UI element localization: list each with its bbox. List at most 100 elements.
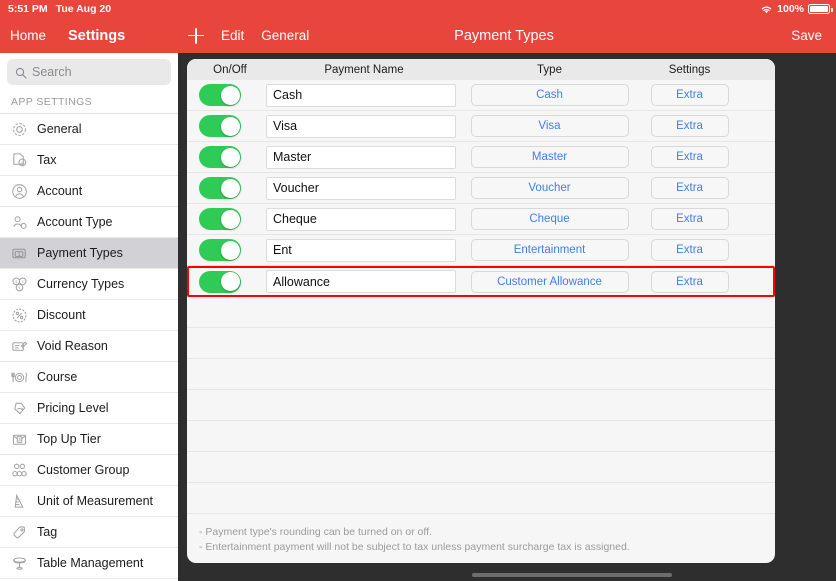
sidebar-item-label: Payment Types xyxy=(37,246,123,260)
sidebar-item-currency-types[interactable]: $ £ € Currency Types xyxy=(0,269,178,300)
extra-settings-button[interactable]: Extra xyxy=(650,239,729,261)
svg-text:%: % xyxy=(20,160,24,165)
sidebar-item-unit-of-measurement[interactable]: Unit of Measurement xyxy=(0,486,178,517)
sidebar-item-account[interactable]: Account xyxy=(0,176,178,207)
extra-settings-button[interactable]: Extra xyxy=(650,84,729,106)
onoff-cell xyxy=(194,208,266,230)
sidebar-item-list: General% Tax Account Account Type $ Payment T… xyxy=(0,114,178,579)
search-icon xyxy=(15,66,27,79)
extra-settings-button[interactable]: Extra xyxy=(650,270,729,293)
payment-type-button[interactable]: Visa xyxy=(470,115,629,137)
home-button[interactable]: Home xyxy=(10,28,46,43)
account-icon xyxy=(11,183,28,200)
extra-settings-button[interactable]: Extra xyxy=(650,146,729,168)
type-cell: Customer Allowance xyxy=(462,270,637,293)
toggle-switch[interactable] xyxy=(199,115,241,137)
payment-name-input[interactable] xyxy=(266,207,456,231)
payment-type-button[interactable]: Cheque xyxy=(470,208,629,230)
onoff-cell xyxy=(194,239,266,261)
toggle-switch[interactable] xyxy=(199,208,241,230)
table-row-empty xyxy=(187,390,775,421)
sidebar-item-account-type[interactable]: Account Type xyxy=(0,207,178,238)
sidebar-item-general[interactable]: General xyxy=(0,114,178,145)
table-row-empty xyxy=(187,359,775,390)
payment-type-button[interactable]: Customer Allowance xyxy=(470,270,629,293)
status-bar-right: 100% xyxy=(760,3,833,15)
sidebar-item-label: Pricing Level xyxy=(37,401,109,415)
horizontal-scrollbar[interactable] xyxy=(187,572,775,577)
table-row: Voucher Extra xyxy=(187,173,775,204)
percent-icon xyxy=(11,307,28,324)
sidebar-item-discount[interactable]: Discount xyxy=(0,300,178,331)
settings-cell: Extra xyxy=(637,177,742,199)
save-button[interactable]: Save xyxy=(791,18,822,53)
type-cell: Cash xyxy=(462,84,637,106)
sidebar-item-label: Table Management xyxy=(37,556,144,570)
sidebar-item-customer-group[interactable]: Customer Group xyxy=(0,455,178,486)
sidebar-item-tax[interactable]: % Tax xyxy=(0,145,178,176)
payment-type-button[interactable]: Entertainment xyxy=(470,239,629,261)
svg-text:£: £ xyxy=(22,279,25,283)
payment-name-input[interactable] xyxy=(266,270,456,293)
payment-type-button[interactable]: Cash xyxy=(470,84,629,106)
payment-name-cell xyxy=(266,238,462,262)
sidebar-item-label: Course xyxy=(37,370,78,384)
table-icon xyxy=(11,555,28,572)
sidebar-item-pricing-level[interactable]: Pricing Level xyxy=(0,393,178,424)
tablet-screen: 5:51 PM Tue Aug 20 100% Home Settings Ed… xyxy=(0,0,836,581)
onoff-cell xyxy=(194,146,266,168)
column-header-name: Payment Name xyxy=(324,63,404,76)
table-row-empty xyxy=(187,297,775,328)
toggle-knob xyxy=(220,209,240,229)
settings-cell: Extra xyxy=(637,84,742,106)
search-input[interactable]: Search xyxy=(7,59,171,85)
toggle-knob xyxy=(220,240,240,260)
sidebar-item-course[interactable]: Course xyxy=(0,362,178,393)
toggle-knob xyxy=(220,272,240,291)
toggle-switch[interactable] xyxy=(199,146,241,168)
payment-name-input[interactable] xyxy=(266,238,456,262)
toggle-knob xyxy=(220,147,240,167)
onoff-cell xyxy=(194,270,266,293)
type-cell: Master xyxy=(462,146,637,168)
payment-name-input[interactable] xyxy=(266,176,456,200)
sidebar-item-tag[interactable]: Tag xyxy=(0,517,178,548)
settings-sidebar[interactable]: Search APP SETTINGS General% Tax Account Ac… xyxy=(0,53,178,581)
note-line-1: - Payment type's rounding can be turned … xyxy=(199,526,432,538)
toggle-switch[interactable] xyxy=(199,84,241,106)
sidebar-item-payment-types[interactable]: $ Payment Types xyxy=(0,238,178,269)
table-row: Customer Allowance Extra xyxy=(187,266,775,297)
toggle-switch[interactable] xyxy=(199,270,241,293)
table-row-empty xyxy=(187,328,775,359)
extra-settings-button[interactable]: Extra xyxy=(650,177,729,199)
extra-settings-button[interactable]: Extra xyxy=(650,208,729,230)
sidebar-item-label: Unit of Measurement xyxy=(37,494,154,508)
sidebar-item-void-reason[interactable]: Void Reason xyxy=(0,331,178,362)
payment-name-input[interactable] xyxy=(266,114,456,138)
payment-name-input[interactable] xyxy=(266,145,456,169)
scrollbar-thumb[interactable] xyxy=(472,573,672,577)
payment-name-cell xyxy=(266,83,462,107)
tag-icon xyxy=(11,524,28,541)
svg-text:$: $ xyxy=(15,279,18,283)
sidebar-item-top-up-tier[interactable]: $ Top Up Tier xyxy=(0,424,178,455)
payment-type-button[interactable]: Voucher xyxy=(470,177,629,199)
toggle-switch[interactable] xyxy=(199,239,241,261)
table-row: Cheque Extra xyxy=(187,204,775,235)
sidebar-item-label: Tax xyxy=(37,153,57,167)
sidebar-section-label: APP SETTINGS xyxy=(0,91,178,114)
page-title: Payment Types xyxy=(454,27,554,44)
sidebar-item-table-management[interactable]: Table Management xyxy=(0,548,178,579)
sidebar-header: Home Settings xyxy=(0,18,172,53)
table-row: Entertainment Extra xyxy=(187,235,775,266)
price-tag-icon xyxy=(11,400,28,417)
extra-settings-button[interactable]: Extra xyxy=(650,115,729,137)
tax-document-icon: % xyxy=(11,152,28,169)
sidebar-item-label: Customer Group xyxy=(37,463,130,477)
payment-type-button[interactable]: Master xyxy=(470,146,629,168)
toggle-switch[interactable] xyxy=(199,177,241,199)
payment-types-panel: On/Off Payment Name Type Settings Cash Ex… xyxy=(187,59,775,563)
topup-envelope-icon: $ xyxy=(11,431,28,448)
table-row-empty xyxy=(187,483,775,514)
payment-name-input[interactable] xyxy=(266,83,456,107)
